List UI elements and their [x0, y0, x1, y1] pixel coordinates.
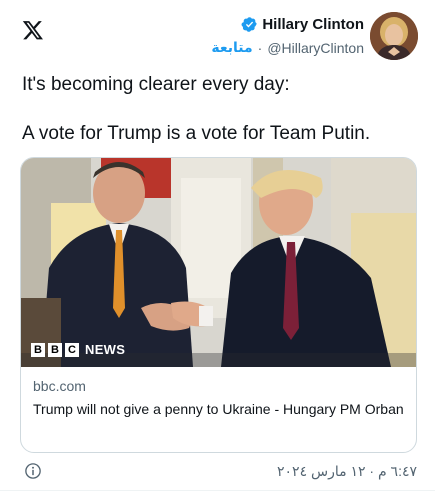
tweet-timestamp[interactable]: ٦:٤٧ م · ١٢ مارس ٢٠٢٤ — [277, 463, 417, 480]
link-preview-card[interactable]: B B C NEWS bbc.com Trump will not give a… — [20, 157, 417, 453]
bbc-news-logo: B B C NEWS — [31, 342, 125, 357]
bbc-letter: B — [48, 342, 62, 357]
avatar-image — [370, 12, 418, 60]
link-preview-image: B B C NEWS — [21, 158, 416, 367]
author-display-name: Hillary Clinton — [262, 16, 364, 33]
author-handle[interactable]: @HillaryClinton — [267, 40, 364, 56]
follow-button[interactable]: متابعة — [211, 39, 252, 56]
tweet-header: Hillary Clinton متابعة · @HillaryClinton — [0, 6, 435, 66]
tweet-text-line-1: It's becoming clearer every day: — [22, 74, 290, 95]
tweet-text-line-2: A vote for Trump is a vote for Team Puti… — [22, 123, 371, 144]
separator-dot: · — [257, 39, 263, 56]
bottom-divider — [0, 490, 435, 491]
author-sub-row: متابعة · @HillaryClinton — [211, 39, 364, 56]
bbc-news-word: NEWS — [85, 342, 126, 357]
link-headline: Trump will not give a penny to Ukraine -… — [33, 401, 404, 417]
link-domain: bbc.com — [33, 378, 86, 394]
avatar[interactable] — [370, 12, 418, 60]
bbc-letter: C — [65, 342, 79, 357]
x-logo-icon[interactable] — [22, 19, 44, 41]
link-preview-meta: bbc.com Trump will not give a penny to U… — [21, 367, 416, 419]
tweet-text: It's becoming clearer every day: A vote … — [22, 72, 417, 146]
tweet-footer: ٦:٤٧ م · ١٢ مارس ٢٠٢٤ — [0, 455, 435, 487]
embedded-tweet: Hillary Clinton متابعة · @HillaryClinton… — [0, 0, 435, 497]
author-name-row[interactable]: Hillary Clinton — [241, 16, 364, 33]
verified-badge-icon — [241, 17, 258, 32]
bbc-letter: B — [31, 342, 45, 357]
info-icon[interactable] — [24, 462, 42, 480]
handshake-photo — [21, 158, 416, 367]
